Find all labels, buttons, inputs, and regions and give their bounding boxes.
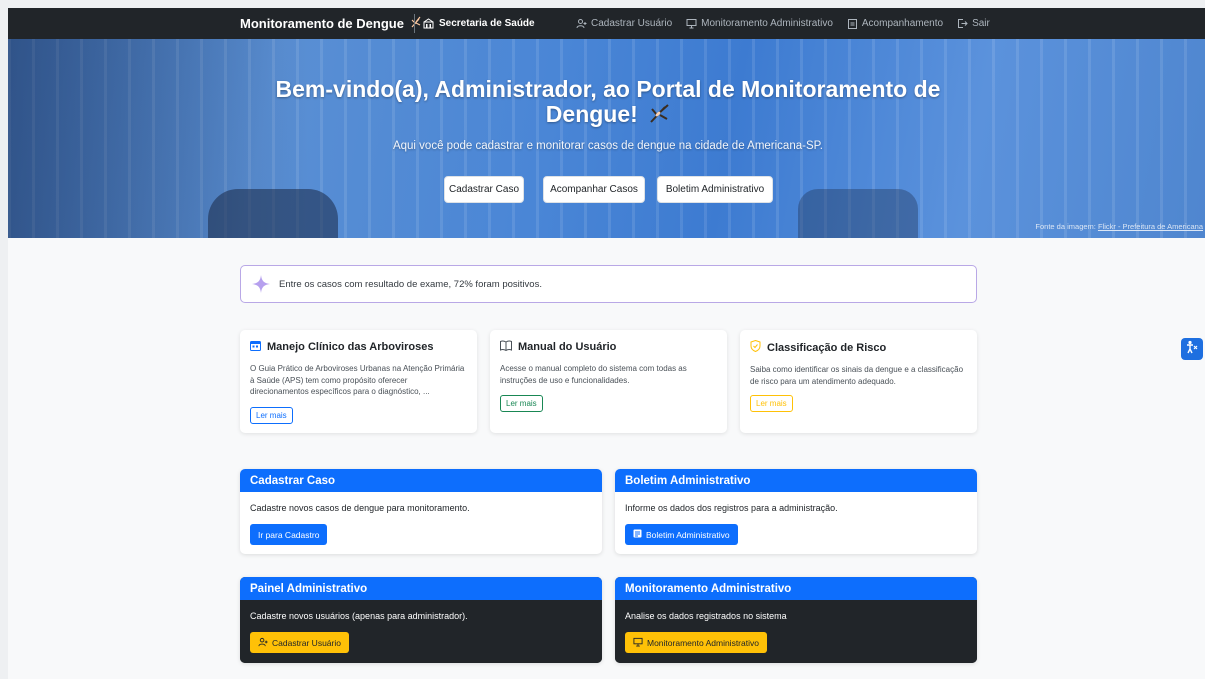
nav-monitoramento[interactable]: Monitoramento Administrativo	[686, 18, 833, 29]
nav-link-label: Monitoramento Administrativo	[701, 18, 833, 29]
brand-label: Monitoramento de Dengue	[240, 16, 404, 31]
ir-para-cadastro-button[interactable]: Ir para Cadastro	[250, 524, 328, 545]
info-card-title-text: Manual do Usuário	[518, 341, 617, 353]
nav-link-label: Cadastrar Usuário	[591, 18, 673, 29]
card-header: Monitoramento Administrativo	[615, 577, 977, 600]
card-text: Cadastre novos usuários (apenas para adm…	[250, 611, 468, 621]
building-icon	[423, 18, 434, 29]
hero-subtitle: Aqui você pode cadastrar e monitorar cas…	[392, 140, 824, 152]
hero-equipment-right	[798, 189, 918, 238]
info-card-title-text: Classificação de Risco	[767, 341, 887, 354]
info-card-title: Classificação de Risco	[750, 339, 967, 355]
acompanhar-casos-button[interactable]: Acompanhar Casos	[543, 176, 645, 203]
navbar-divider	[414, 14, 415, 33]
info-card-title: Manual do Usuário	[500, 340, 717, 354]
org-label: Secretaria de Saúde	[439, 18, 535, 29]
info-card-title: Manejo Clínico das Arboviroses	[250, 340, 467, 354]
nav-sair[interactable]: Sair	[957, 18, 990, 29]
shield-icon	[750, 339, 761, 355]
card-painel-administrativo: Painel Administrativo Cadastre novos usu…	[240, 577, 602, 663]
card-body: Cadastre novos casos de dengue para moni…	[240, 492, 602, 545]
info-card-manual: Manual do Usuário Acesse o manual comple…	[490, 330, 727, 433]
user-add-icon	[576, 18, 587, 29]
mosquito-icon	[410, 16, 422, 31]
button-label: Monitoramento Administrativo	[647, 637, 759, 648]
card-body: Informe os dados dos registros para a ad…	[615, 492, 977, 545]
page: Monitoramento de Dengue Secretaria de Sa…	[8, 8, 1205, 679]
card-body: Cadastre novos usuários (apenas para adm…	[240, 600, 602, 663]
card-header: Cadastrar Caso	[240, 469, 602, 492]
button-label: Cadastrar Usuário	[272, 637, 341, 648]
org-link[interactable]: Secretaria de Saúde	[423, 8, 535, 39]
user-add-icon	[258, 637, 268, 649]
card-body: Analise os dados registrados no sistema …	[615, 600, 977, 663]
stats-alert-text: Entre os casos com resultado de exame, 7…	[279, 278, 542, 290]
info-card-description: Acesse o manual completo do sistema com …	[500, 364, 687, 385]
accessibility-button[interactable]	[1181, 338, 1203, 360]
cadastrar-caso-button[interactable]: Cadastrar Caso	[444, 176, 524, 203]
mosquito-icon	[648, 103, 670, 128]
calendar-icon	[250, 340, 261, 354]
sparkle-icon	[252, 275, 270, 293]
accessibility-icon	[1185, 340, 1199, 359]
navbar: Monitoramento de Dengue Secretaria de Sa…	[8, 8, 1205, 39]
button-label: Boletim Administrativo	[646, 529, 730, 540]
image-credit: Fonte da imagem: Flickr - Prefeitura de …	[1035, 222, 1203, 231]
info-card-description: Saiba como identificar os sinais da deng…	[750, 365, 964, 386]
nav-cadastrar-usuario[interactable]: Cadastrar Usuário	[576, 18, 672, 29]
stats-alert: Entre os casos com resultado de exame, 7…	[240, 265, 977, 303]
boletim-administrativo-card-button[interactable]: Boletim Administrativo	[625, 524, 738, 545]
monitor-icon	[633, 637, 643, 649]
nav-acompanhamento[interactable]: Acompanhamento	[847, 18, 943, 29]
hero-title-text: Bem-vindo(a), Administrador, ao Portal d…	[275, 76, 941, 127]
hero-title: Bem-vindo(a), Administrador, ao Portal d…	[248, 77, 968, 128]
card-text: Analise os dados registrados no sistema	[625, 611, 787, 621]
image-credit-link[interactable]: Flickr - Prefeitura de Americana	[1098, 222, 1203, 231]
ler-mais-button[interactable]: Ler mais	[500, 395, 543, 412]
card-text: Cadastre novos casos de dengue para moni…	[250, 503, 470, 513]
info-card-risco: Classificação de Risco Saiba como identi…	[740, 330, 977, 433]
ler-mais-button[interactable]: Ler mais	[250, 407, 293, 424]
info-card-title-text: Manejo Clínico das Arboviroses	[267, 341, 434, 353]
cadastrar-usuario-button[interactable]: Cadastrar Usuário	[250, 632, 349, 653]
card-boletim-administrativo: Boletim Administrativo Informe os dados …	[615, 469, 977, 554]
button-label: Ir para Cadastro	[258, 529, 320, 540]
logout-icon	[957, 18, 968, 29]
boletim-administrativo-button[interactable]: Boletim Administrativo	[657, 176, 773, 203]
card-cadastrar-caso: Cadastrar Caso Cadastre novos casos de d…	[240, 469, 602, 554]
book-icon	[500, 340, 512, 354]
nav-link-label: Acompanhamento	[861, 18, 944, 29]
card-header: Boletim Administrativo	[615, 469, 977, 492]
hero-banner: Bem-vindo(a), Administrador, ao Portal d…	[8, 39, 1205, 238]
document-icon	[633, 529, 642, 540]
monitor-icon	[686, 18, 697, 29]
info-card-description: O Guia Prático de Arboviroses Urbanas na…	[250, 364, 465, 396]
hero-equipment-left	[208, 189, 338, 238]
brand[interactable]: Monitoramento de Dengue	[240, 8, 422, 39]
nav-links: Cadastrar Usuário Monitoramento Administ…	[576, 8, 990, 39]
info-card-manejo: Manejo Clínico das Arboviroses O Guia Pr…	[240, 330, 477, 433]
nav-link-label: Sair	[972, 18, 990, 29]
card-text: Informe os dados dos registros para a ad…	[625, 503, 838, 513]
image-credit-prefix: Fonte da imagem:	[1035, 222, 1098, 231]
card-header: Painel Administrativo	[240, 577, 602, 600]
monitoramento-administrativo-button[interactable]: Monitoramento Administrativo	[625, 632, 767, 653]
clipboard-icon	[847, 18, 858, 29]
ler-mais-button[interactable]: Ler mais	[750, 395, 793, 412]
card-monitoramento-administrativo: Monitoramento Administrativo Analise os …	[615, 577, 977, 663]
